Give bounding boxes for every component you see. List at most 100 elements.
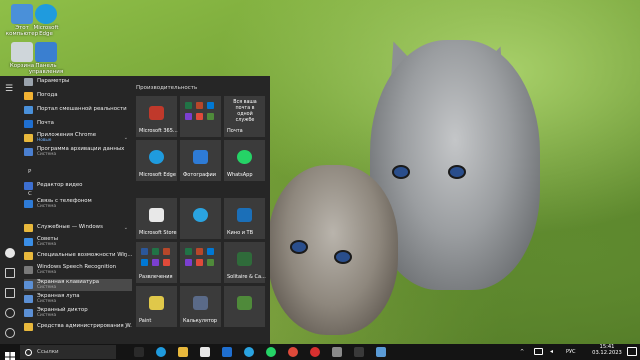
start-tile[interactable]: [224, 286, 265, 327]
app-name: Погода: [37, 92, 58, 99]
start-tile[interactable]: Фотографии: [180, 140, 221, 181]
app-name: Средства администрирования W...: [37, 323, 132, 330]
whatsapp-icon[interactable]: [266, 347, 276, 357]
app-list-item[interactable]: Почта: [24, 118, 132, 130]
start-tile[interactable]: [180, 96, 221, 137]
start-tile[interactable]: Solitaire & Ca...: [224, 242, 266, 283]
expand-chevron-icon: ⌄: [123, 225, 128, 231]
expand-chevron-icon: ⌄: [123, 253, 128, 259]
terminal-icon[interactable]: [354, 347, 364, 357]
volume-icon[interactable]: ◂: [550, 348, 553, 355]
app-list: Параметры Погода Портал смешанной реальнос…: [20, 76, 132, 344]
solitaire-icon: [237, 252, 252, 266]
app-list-item[interactable]: Экранная клавиатура Система: [24, 279, 132, 291]
hamburger-menu-icon[interactable]: ☰: [5, 84, 15, 94]
app-subtitle: Новые: [37, 138, 52, 144]
telegram-icon[interactable]: [244, 347, 254, 357]
app-list-item-text: Экранный диктор Система: [37, 307, 88, 319]
office-apps-group-icon: [207, 113, 214, 120]
app-list-item[interactable]: Редактор видео: [24, 180, 132, 192]
user-avatar-icon[interactable]: [5, 248, 15, 258]
tile-label: Paint: [139, 318, 152, 324]
start-tile[interactable]: Microsoft 365...: [136, 96, 178, 137]
app-list-item[interactable]: Связь с телефоном Система: [24, 198, 132, 210]
app-list-item[interactable]: Экранная лупа Система: [24, 293, 132, 305]
network-icon[interactable]: [534, 348, 543, 355]
documents-icon[interactable]: [5, 268, 15, 278]
language-indicator[interactable]: РУС: [566, 349, 576, 355]
tile-label: Solitaire & Ca...: [227, 274, 266, 280]
app-name: Почта: [37, 120, 54, 127]
pictures-icon[interactable]: [5, 288, 15, 298]
file-explorer-icon[interactable]: [178, 347, 188, 357]
desktop-icon-edge[interactable]: Microsoft Edge: [26, 4, 66, 38]
tile-live-text: Вся ваша почта в одной службе: [233, 100, 257, 123]
taskbar-clock[interactable]: 15:41 03.12.2023: [590, 344, 624, 357]
desktop-icon-control-panel[interactable]: Панель управления: [26, 42, 66, 76]
tile-label: Microsoft 365...: [139, 128, 178, 134]
task-view-icon[interactable]: [134, 347, 144, 357]
start-tile[interactable]: [180, 198, 221, 239]
start-tile[interactable]: [180, 242, 221, 283]
start-tile[interactable]: Paint: [136, 286, 177, 327]
tile-label: Microsoft Edge: [139, 172, 176, 178]
app-list-item[interactable]: Портал смешанной реальности: [24, 104, 132, 116]
folder-icon: [24, 252, 33, 260]
start-tile[interactable]: Развлечения: [136, 242, 177, 283]
windows-logo-icon: [5, 352, 15, 360]
movies-icon: [237, 208, 252, 222]
chrome-icon[interactable]: [288, 347, 298, 357]
app-list-item[interactable]: Программа архивации данных Система: [24, 146, 132, 158]
kitten-eye: [392, 165, 410, 179]
app-subtitle: Система: [37, 152, 57, 158]
app-list-item[interactable]: Специальные возможности Win... ⌄: [24, 250, 132, 262]
app-list-item[interactable]: Экранный диктор Система: [24, 307, 132, 319]
app-list-item[interactable]: Советы Система: [24, 236, 132, 248]
telegram-icon: [193, 208, 208, 222]
app-group-letter[interactable]: Р: [28, 169, 31, 175]
app-list-item-text: Советы Система: [37, 236, 58, 248]
settings-icon[interactable]: [332, 347, 342, 357]
app-list-item[interactable]: Средства администрирования W... ⌄: [24, 321, 132, 333]
entertainment-group-icon: [163, 259, 170, 266]
edge-icon[interactable]: [156, 347, 166, 357]
video-editor-icon: [24, 182, 33, 190]
notifications-icon[interactable]: [627, 347, 637, 356]
start-tile[interactable]: Microsoft Store: [136, 198, 177, 239]
app-group-icon: [185, 259, 192, 266]
opera-icon[interactable]: [310, 347, 320, 357]
power-icon[interactable]: [5, 328, 15, 338]
tile-label: Фотографии: [183, 172, 216, 178]
app-list-item[interactable]: Параметры: [24, 76, 132, 88]
taskbar-search-box[interactable]: Ссылки: [20, 345, 116, 359]
mail-icon[interactable]: [222, 347, 232, 357]
app-list-item[interactable]: Windows Speech Recognition Система: [24, 264, 132, 276]
store-icon[interactable]: [200, 347, 210, 357]
start-tile[interactable]: Калькулятор: [180, 286, 221, 327]
tile-label: Калькулятор: [183, 318, 218, 324]
app-list-item-text: Средства администрирования W...: [37, 323, 132, 330]
start-tile[interactable]: WhatsApp: [224, 140, 265, 181]
start-tile[interactable]: Кино и ТВ: [224, 198, 265, 239]
app-list-item-text: Редактор видео: [37, 182, 83, 189]
folder-icon: [24, 134, 33, 142]
start-tile[interactable]: Вся ваша почта в одной службе Почта: [224, 96, 265, 137]
tray-chevron-icon[interactable]: ^: [520, 349, 524, 355]
minecraft-icon: [237, 296, 252, 310]
app-list-item[interactable]: Приложения Chrome Новые ⌄: [24, 132, 132, 144]
narrator-icon: [24, 309, 33, 317]
app-list-item-text: Почта: [37, 120, 54, 127]
notepad-icon[interactable]: [376, 347, 386, 357]
app-name: Редактор видео: [37, 182, 83, 189]
folder-icon: [24, 323, 33, 331]
app-group-letter[interactable]: С: [28, 191, 32, 197]
app-list-item[interactable]: Погода: [24, 90, 132, 102]
tile-label: Развлечения: [139, 274, 173, 280]
mixed-reality-icon: [24, 106, 33, 114]
start-tile[interactable]: Microsoft Edge: [136, 140, 177, 181]
windows-start-button[interactable]: [5, 347, 15, 360]
app-list-item[interactable]: Служебные — Windows ⌄: [24, 222, 132, 234]
settings-icon[interactable]: [5, 308, 15, 318]
expand-chevron-icon: ⌄: [123, 135, 128, 141]
magnifier-icon: [24, 295, 33, 303]
